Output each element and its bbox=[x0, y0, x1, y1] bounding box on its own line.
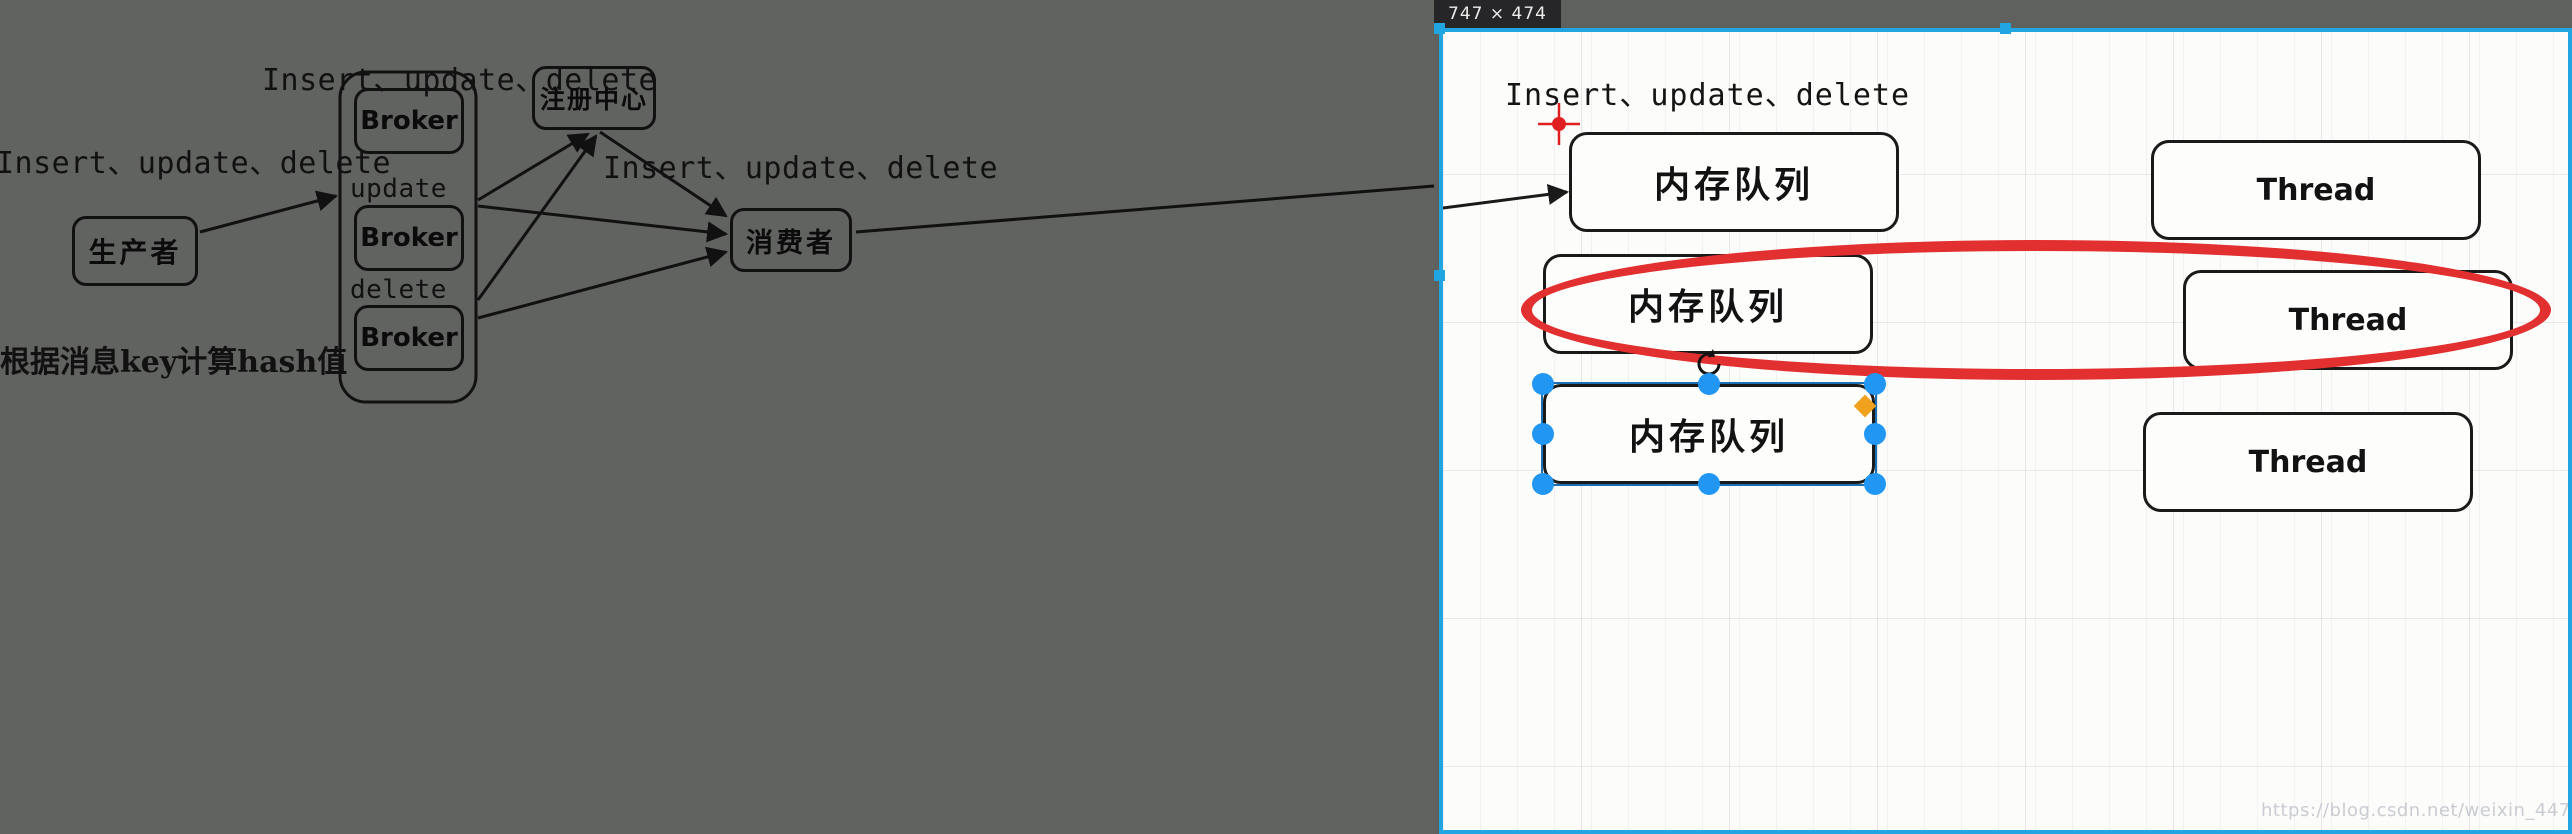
resize-handle-top-center[interactable] bbox=[1698, 373, 1720, 395]
capture-size-badge: 747 × 474 bbox=[1434, 0, 1561, 28]
label-insert-update-delete-right: Insert、update、delete bbox=[603, 151, 999, 186]
edge-broker2-to-consumer bbox=[477, 204, 729, 243]
node-registry-center: 注册中心 bbox=[532, 66, 656, 130]
dimmed-screen-region: Insert、update、delete Insert、update、delet… bbox=[0, 0, 1434, 834]
blog-watermark: https://blog.csdn.net/weixin_44722978 bbox=[2261, 800, 2571, 821]
capture-handle-middle-left[interactable] bbox=[1434, 270, 1445, 281]
edge-consumer-to-queues bbox=[855, 184, 1434, 234]
label-update: update bbox=[350, 174, 447, 204]
canvas-node-memory-queue-1[interactable]: 内存队列 bbox=[1569, 132, 1899, 232]
node-consumer: 消费者 bbox=[730, 208, 852, 272]
resize-handle-bottom-left[interactable] bbox=[1532, 473, 1554, 495]
capture-region-wrapper: 747 × 474 Insert、update、delete 内存队列 内存队列… bbox=[1434, 0, 2572, 834]
edge-broker3-to-consumer bbox=[477, 246, 729, 320]
node-broker-1: Broker bbox=[354, 88, 464, 154]
resize-handle-top-right[interactable] bbox=[1864, 373, 1886, 395]
label-hash-note: 根据消息key计算hash值 bbox=[0, 345, 348, 380]
resize-handle-middle-left[interactable] bbox=[1532, 423, 1554, 445]
resize-handle-bottom-center[interactable] bbox=[1698, 473, 1720, 495]
selected-shape-outline[interactable] bbox=[1541, 382, 1877, 486]
capture-handle-top-left[interactable] bbox=[1434, 23, 1445, 34]
canvas-node-thread-1[interactable]: Thread bbox=[2151, 140, 2481, 240]
screenshot-root: Insert、update、delete Insert、update、delet… bbox=[0, 0, 2572, 834]
label-delete: delete bbox=[350, 275, 447, 305]
node-broker-3: Broker bbox=[354, 305, 464, 371]
left-diagram-connectors bbox=[199, 70, 1434, 404]
edge-into-queue-1 bbox=[1443, 184, 1570, 210]
edge-producer-to-cluster bbox=[199, 190, 339, 234]
canvas-node-thread-3[interactable]: Thread bbox=[2143, 412, 2473, 512]
capture-handle-top-center[interactable] bbox=[2000, 23, 2011, 34]
node-producer: 生产者 bbox=[72, 216, 198, 286]
edge-broker-to-registry-1 bbox=[477, 132, 590, 202]
capture-selection-area[interactable]: Insert、update、delete 内存队列 内存队列 内存队列 Thre… bbox=[1439, 28, 2572, 834]
resize-handle-middle-right[interactable] bbox=[1864, 423, 1886, 445]
label-insert-update-delete-left: Insert、update、delete bbox=[0, 146, 392, 181]
resize-handle-bottom-right[interactable] bbox=[1864, 473, 1886, 495]
red-annotation-ellipse bbox=[1521, 240, 2551, 380]
resize-handle-top-left[interactable] bbox=[1532, 373, 1554, 395]
node-broker-2: Broker bbox=[354, 205, 464, 271]
